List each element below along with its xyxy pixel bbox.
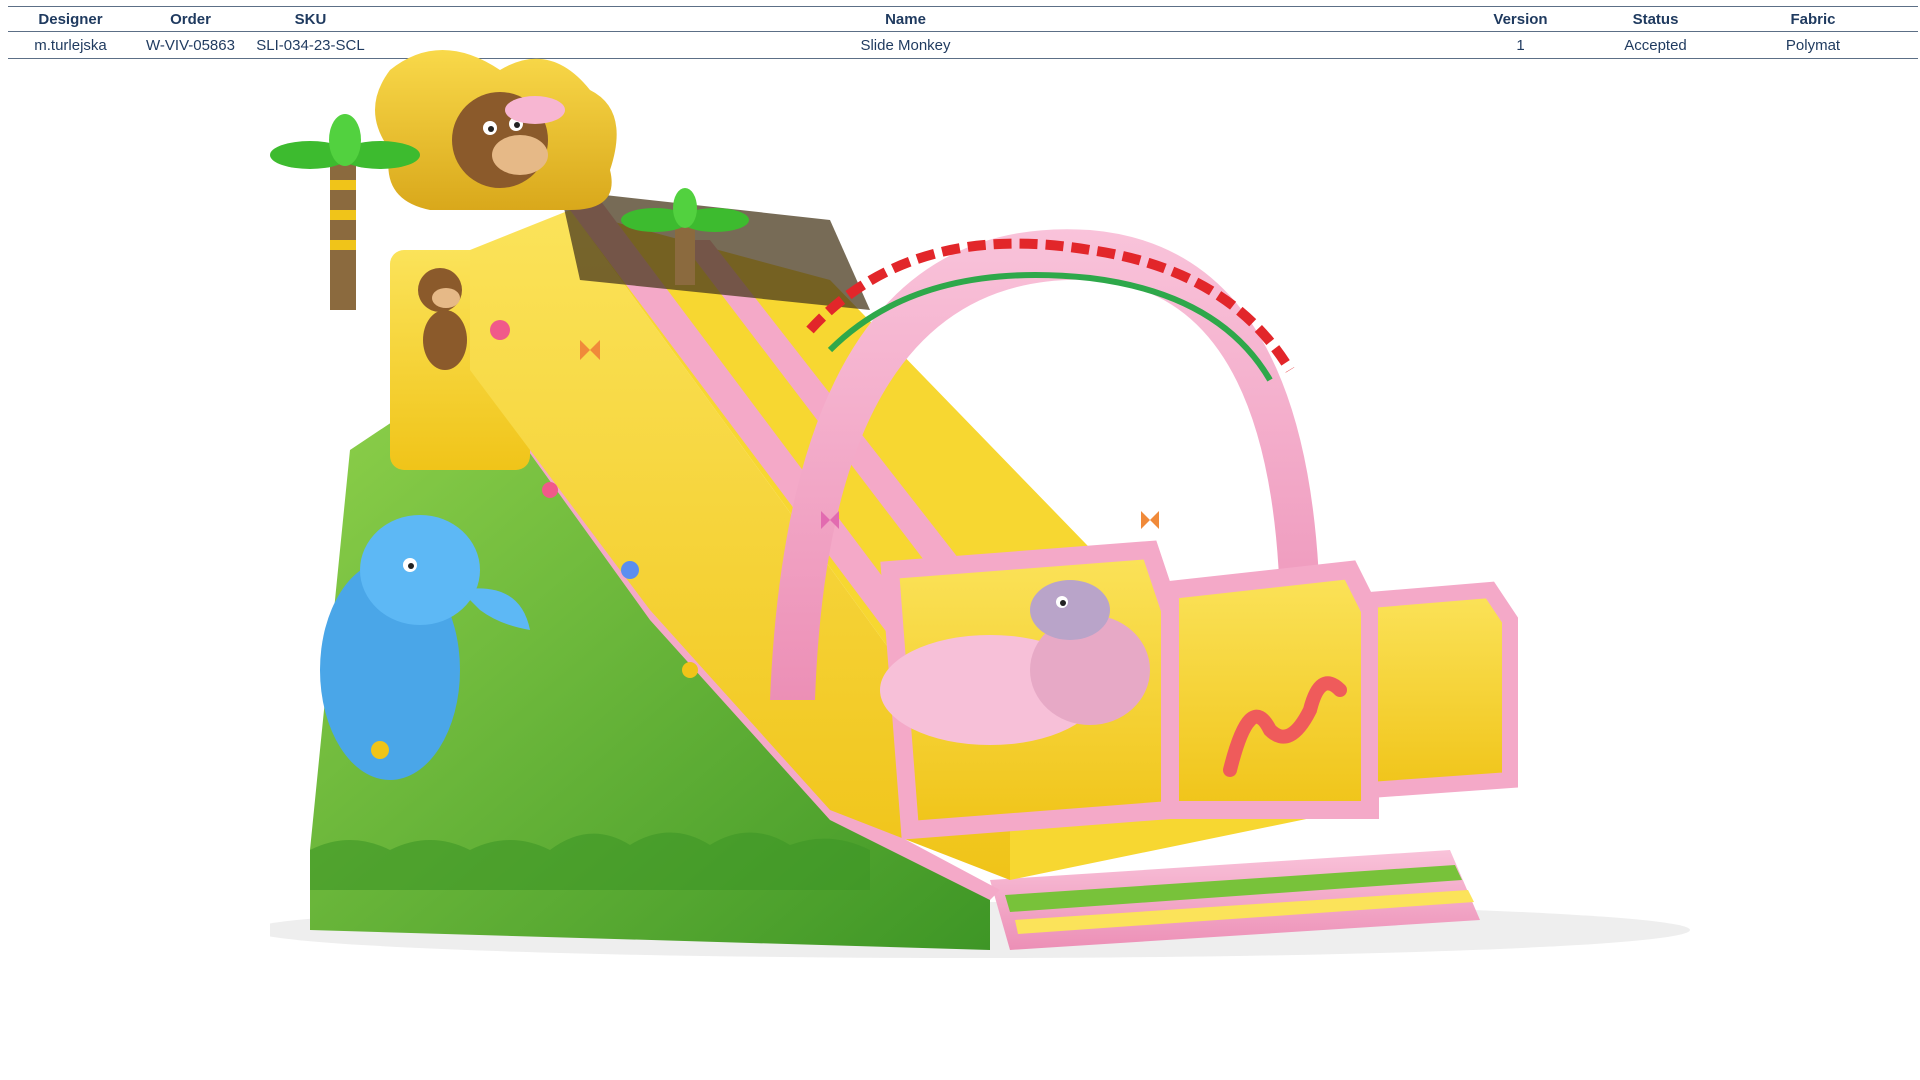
header-fabric: Fabric bbox=[1708, 6, 1918, 32]
cell-designer: m.turlejska bbox=[8, 31, 133, 59]
flower-decoration bbox=[490, 320, 510, 340]
inflatable-slide-render bbox=[270, 50, 1690, 958]
header-name: Name bbox=[373, 6, 1438, 32]
header-designer: Designer bbox=[8, 6, 133, 32]
header-version: Version bbox=[1438, 6, 1603, 32]
front-wall-right bbox=[1362, 581, 1518, 799]
header-status: Status bbox=[1603, 6, 1708, 32]
header-order: Order bbox=[133, 6, 248, 32]
header-sku: SKU bbox=[248, 6, 373, 32]
cell-order: W-VIV-05863 bbox=[133, 31, 248, 59]
spec-table-header-row: Designer Order SKU Name Version Status F… bbox=[8, 6, 1918, 32]
